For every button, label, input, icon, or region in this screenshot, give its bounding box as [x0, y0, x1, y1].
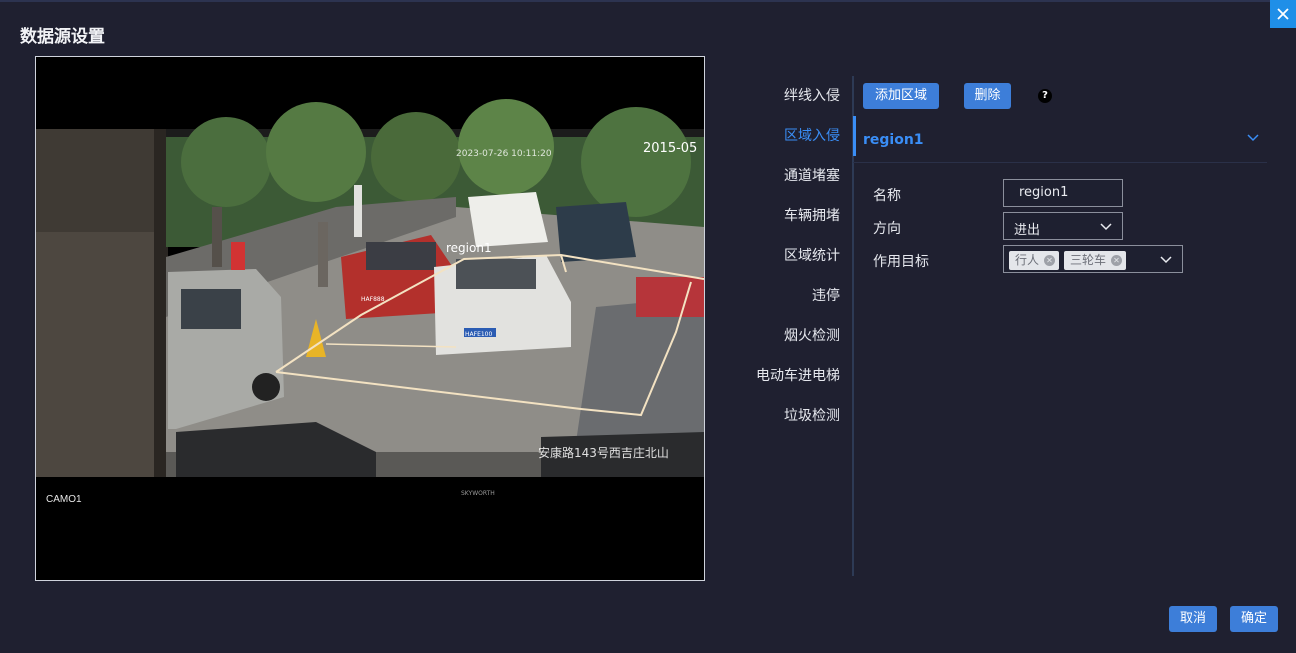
region-title: region1: [863, 132, 924, 148]
nav-item-passage-blocked[interactable]: 通道堵塞: [740, 156, 840, 196]
target-tag-label: 三轮车: [1070, 253, 1107, 267]
close-icon[interactable]: ✕: [1044, 255, 1056, 266]
question-icon[interactable]: ?: [1038, 89, 1052, 103]
dialog-title: 数据源设置: [20, 27, 105, 47]
delete-button[interactable]: 删除: [964, 83, 1011, 109]
nav-item-region-intrusion[interactable]: 区域入侵: [740, 116, 840, 156]
add-region-button[interactable]: 添加区域: [863, 83, 939, 109]
chevron-down-icon[interactable]: [1247, 134, 1259, 142]
close-icon[interactable]: ✕: [1111, 255, 1123, 266]
nav-item-region-statistics[interactable]: 区域统计: [740, 236, 840, 276]
close-button[interactable]: [1270, 0, 1296, 28]
confirm-button[interactable]: 确定: [1230, 606, 1278, 632]
camera-label: CAMO1: [46, 494, 82, 505]
target-label: 作用目标: [873, 254, 929, 270]
target-tag-tricycle: 三轮车 ✕: [1064, 251, 1127, 270]
name-label: 名称: [873, 188, 901, 204]
overlay-location: 安康路143号西吉庄北山: [538, 446, 669, 460]
target-tag-label: 行人: [1015, 253, 1040, 267]
direction-select[interactable]: 进出: [1003, 212, 1123, 240]
nav-item-tripwire[interactable]: 绊线入侵: [740, 76, 840, 116]
chevron-down-icon: [1100, 223, 1112, 231]
direction-label: 方向: [873, 221, 901, 237]
plate-label-2: HAF888: [361, 296, 385, 303]
camera-frame: [36, 57, 704, 580]
name-input[interactable]: [1019, 185, 1119, 200]
monitor-brand: SKYWORTH: [461, 490, 495, 497]
top-strip: [0, 0, 1296, 2]
nav-item-vehicle-congestion[interactable]: 车辆拥堵: [740, 196, 840, 236]
name-field[interactable]: [1003, 179, 1123, 207]
nav-item-illegal-parking[interactable]: 违停: [740, 276, 840, 316]
overlay-region-label: region1: [446, 241, 492, 255]
overlay-timestamp: 2023-07-26 10:11:20: [456, 149, 552, 159]
nav-item-garbage[interactable]: 垃圾检测: [740, 396, 840, 436]
close-icon: [1277, 8, 1289, 20]
region-accent-bar: [853, 116, 856, 156]
target-tag-pedestrian: 行人 ✕: [1009, 251, 1060, 270]
nav-item-ebike-elevator[interactable]: 电动车进电梯: [740, 356, 840, 396]
video-preview[interactable]: 2023-07-26 10:11:20 2015-05 region1 HAFE…: [35, 56, 705, 581]
plate-label-1: HAFE100: [465, 331, 493, 338]
overlay-date: 2015-05: [643, 141, 698, 156]
target-multiselect[interactable]: 行人 ✕ 三轮车 ✕: [1003, 245, 1183, 273]
nav-item-fire-smoke[interactable]: 烟火检测: [740, 316, 840, 356]
algorithm-nav: 绊线入侵 区域入侵 通道堵塞 车辆拥堵 区域统计 违停 烟火检测 电动车进电梯 …: [740, 76, 840, 436]
cancel-button[interactable]: 取消: [1169, 606, 1217, 632]
region-header[interactable]: region1: [853, 116, 1267, 163]
direction-value: 进出: [1014, 223, 1041, 238]
chevron-down-icon: [1160, 256, 1172, 264]
